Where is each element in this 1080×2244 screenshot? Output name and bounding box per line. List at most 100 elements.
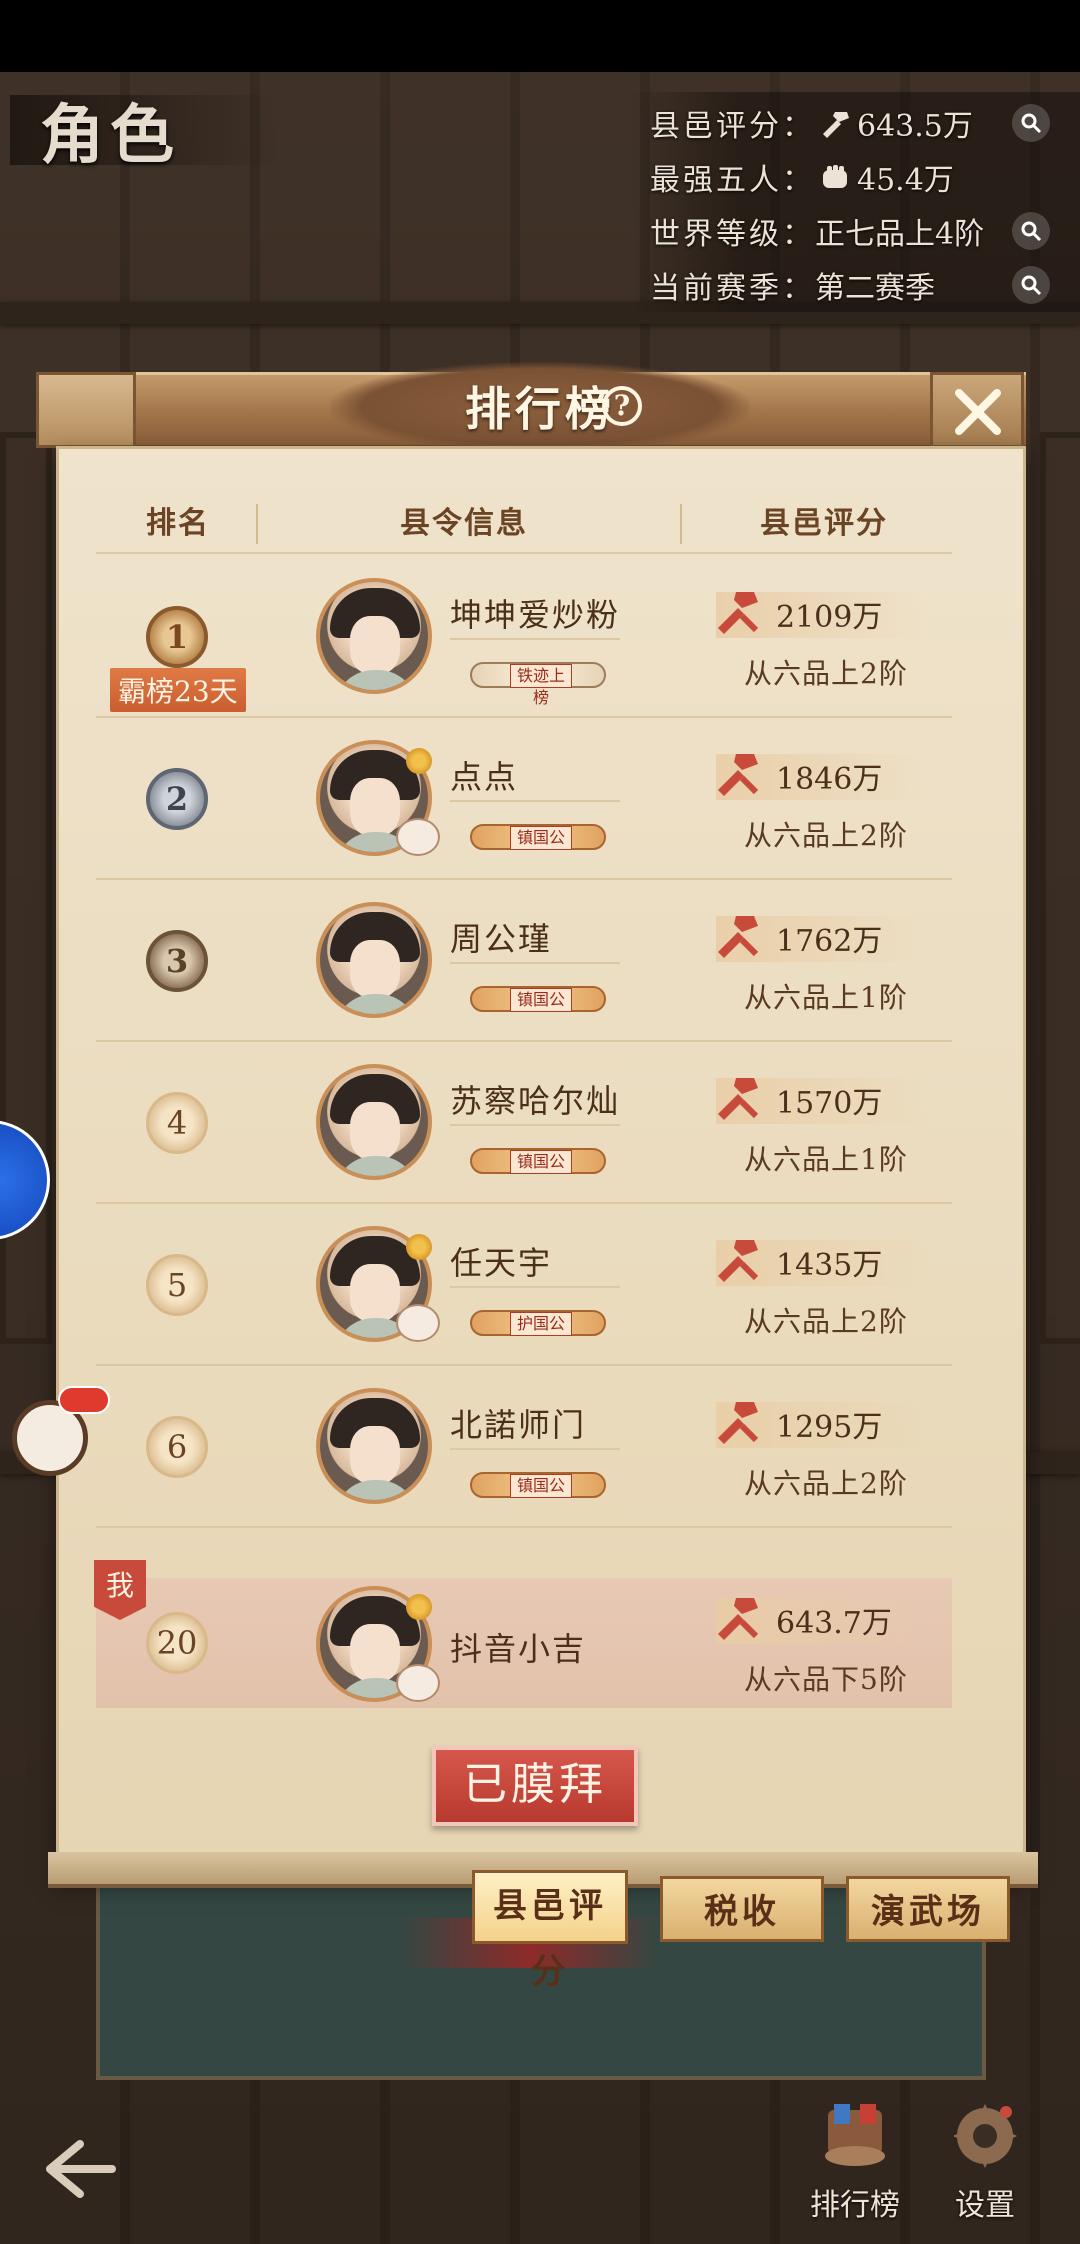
tab-arena[interactable]: 演武场 [846,1876,1010,1942]
header-line [96,552,952,554]
col-header-info: 县令信息 [400,506,528,541]
table-row[interactable]: 5 任天宇 护国公 1435万 从六品上2阶 [96,1204,952,1366]
player-name: 任天宇 [450,1244,553,1282]
grade-text: 从六品下5阶 [744,1663,908,1696]
search-icon[interactable] [1012,104,1050,142]
title-badge: 镇国公 [462,814,612,858]
stat-label: 当前赛季： [650,271,815,306]
help-icon[interactable]: ? [602,386,642,426]
title-badge: 镇国公 [462,1462,612,1506]
hammer-icon [718,1598,759,1640]
close-button[interactable] [930,372,1024,448]
close-icon [955,389,1001,435]
table-row[interactable]: 4 苏察哈尔灿 镇国公 1570万 从六品上1阶 [96,1042,952,1204]
leaderboard-icon [825,2104,885,2166]
back-button[interactable] [40,2134,120,2204]
stat-label: 县邑评分： [650,109,815,144]
rank-number: 20 [146,1612,208,1674]
hammer-icon [718,1078,759,1120]
stats-panel: 县邑评分： 643.5万 最强五人： 45.4万 世界等级： 正七品上4阶 当前… [650,96,1050,312]
title-badge: 镇国公 [462,1138,612,1182]
stat-top-five: 最强五人： 45.4万 [650,150,1050,204]
stat-value: 643.5万 [857,109,973,144]
title-badge-text: 镇国公 [510,1150,572,1174]
title-badge-text: 镇国公 [510,1474,572,1498]
search-icon[interactable] [1012,212,1050,250]
stat-county-score: 县邑评分： 643.5万 [650,96,1050,150]
hammer-icon [718,1402,759,1444]
player-name: 周公瑾 [450,920,553,958]
hammer-icon [718,1240,759,1282]
tab-county-score[interactable]: 县邑评分 [472,1870,628,1992]
leaderboard-button[interactable]: 排行榜 [800,2100,910,2223]
title-badge-text: 护国公 [510,1312,572,1336]
title-badge-text: 铁迹上榜 [510,664,572,707]
table-row[interactable]: 6 北諾师门 镇国公 1295万 从六品上2阶 [96,1366,952,1528]
avatar[interactable] [316,578,432,694]
streak-tag: 霸榜23天 [110,668,246,712]
my-rank-row[interactable]: 20 抖音小吉 643.7万 从六品下5阶 [96,1578,952,1708]
scroll-cap-left [36,372,136,448]
grade-text: 从六品上2阶 [744,1467,908,1500]
avatar[interactable] [316,1064,432,1180]
player-name: 抖音小吉 [450,1630,587,1668]
stat-world-level: 世界等级： 正七品上4阶 [650,204,1050,258]
status-bar [0,0,1080,72]
stat-label: 世界等级： [650,217,815,252]
score-value: 1570万 [776,1086,883,1121]
settings-label: 设置 [955,2188,1015,2223]
grade-text: 从六品上2阶 [744,1305,908,1338]
stat-season: 当前赛季： 第二赛季 [650,258,1050,312]
rank-number: 4 [146,1092,208,1154]
table-row[interactable]: 1 霸榜23天 坤坤爱炒粉 铁迹上榜 2109万 从六品上2阶 [96,556,952,718]
stat-value: 第二赛季 [815,271,935,306]
table-row[interactable]: 2 点点 镇国公 1846万 从六品上2阶 [96,718,952,880]
grade-text: 从六品上1阶 [744,981,908,1014]
table-row[interactable]: 3 周公瑾 镇国公 1762万 从六品上1阶 [96,880,952,1042]
score-value: 1846万 [776,762,883,797]
hammer-icon [718,754,759,796]
player-name: 点点 [450,758,519,796]
grade-text: 从六品上2阶 [744,819,908,852]
title-badge: 铁迹上榜 [462,652,612,707]
rank-number: 6 [146,1416,208,1478]
title-badge-text: 镇国公 [510,988,572,1012]
col-divider [680,504,682,544]
worship-button[interactable]: 已膜拜 [432,1746,638,1826]
rank-medal: 2 [146,768,208,830]
settings-button[interactable]: 设置 [930,2100,1040,2223]
fist-icon [819,162,851,192]
avatar[interactable] [316,902,432,1018]
tab-tax[interactable]: 税收 [660,1876,824,1942]
player-name: 苏察哈尔灿 [450,1082,621,1120]
grade-text: 从六品上1阶 [744,1143,908,1176]
player-name: 北諾师门 [450,1406,587,1444]
col-header-rank: 排名 [146,506,210,541]
title-badge: 镇国公 [462,976,612,1020]
player-name: 坤坤爱炒粉 [450,596,621,634]
search-icon[interactable] [1012,266,1050,304]
score-value: 2109万 [776,600,883,635]
col-header-score: 县邑评分 [760,506,888,541]
score-value: 643.7万 [776,1606,892,1641]
rank-medal: 3 [146,930,208,992]
col-divider [256,504,258,544]
stat-label: 最强五人： [650,163,815,198]
notification-badge [58,1386,110,1414]
hammer-icon [718,592,759,634]
score-value: 1762万 [776,924,883,959]
leaderboard-label: 排行榜 [810,2188,900,2223]
grade-text: 从六品上2阶 [744,657,908,690]
rank-number: 5 [146,1254,208,1316]
score-value: 1295万 [776,1410,883,1445]
avatar[interactable] [316,1388,432,1504]
hammer-icon [819,108,851,138]
gear-icon [953,2104,1017,2168]
arrow-left-icon [46,2140,116,2198]
rank-medal: 1 [146,606,208,668]
title-badge-text: 镇国公 [510,826,572,850]
stat-value: 正七品上4阶 [815,217,985,252]
score-value: 1435万 [776,1248,883,1283]
title-badge: 护国公 [462,1300,612,1344]
hammer-icon [718,916,759,958]
